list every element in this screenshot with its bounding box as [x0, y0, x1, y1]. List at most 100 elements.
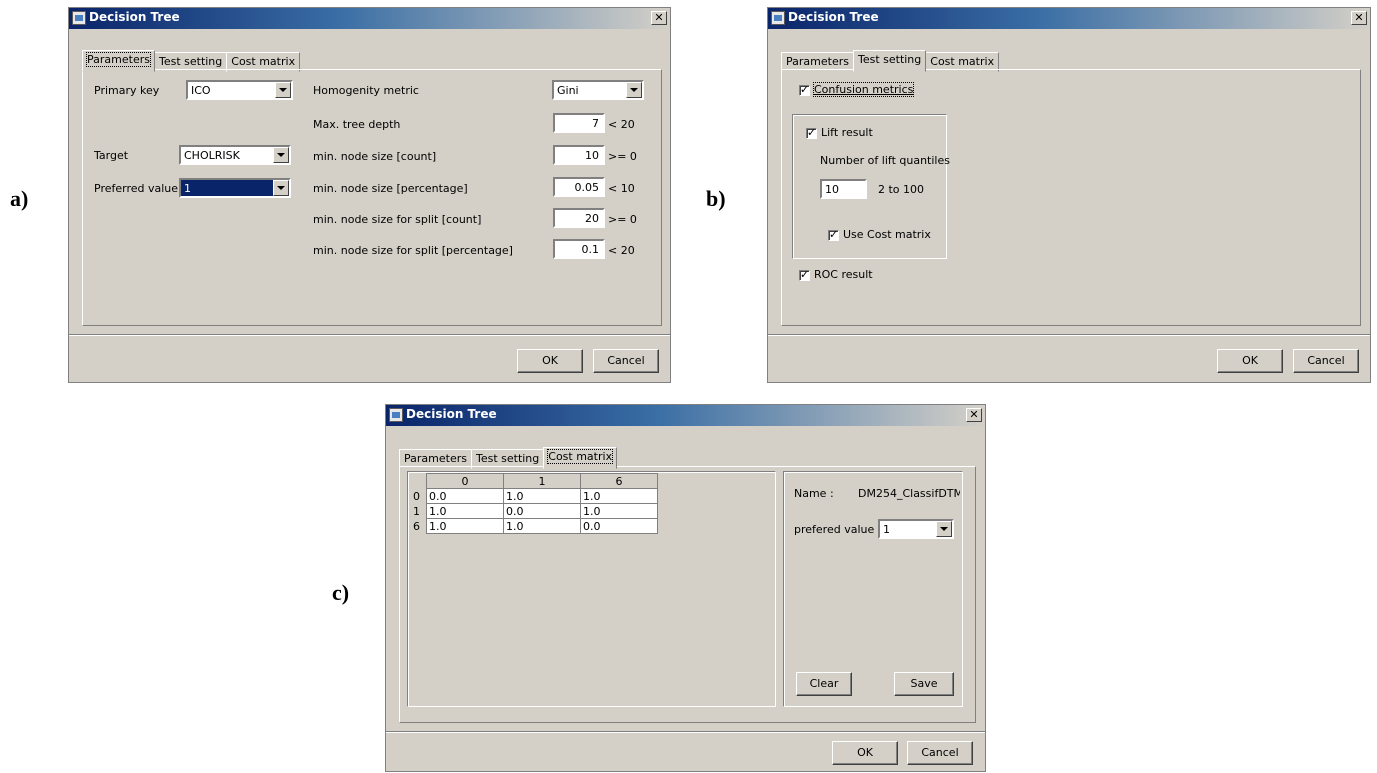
table-cell[interactable]: 0.0 [426, 488, 504, 504]
name-label: Name : [794, 487, 834, 500]
field-value: 0.05 [574, 181, 600, 194]
param-constraint: < 20 [608, 118, 635, 131]
name-value: DM254_ClassifDTMod [858, 487, 960, 500]
preferred-value-label: Preferred value [94, 182, 179, 195]
min-split-count-input[interactable]: 20 [553, 208, 605, 228]
lift-quantiles-range: 2 to 100 [878, 183, 925, 196]
lift-result-checkbox[interactable] [806, 126, 817, 140]
titlebar[interactable]: Decision Tree ✕ [768, 8, 1370, 29]
table-cell[interactable]: 1.0 [580, 488, 658, 504]
tab-test-setting[interactable]: Test setting [852, 50, 927, 72]
column-header: 6 [580, 473, 658, 489]
homogenity-select[interactable]: Gini [552, 80, 644, 100]
table-row: 0 0.0 1.0 1.0 [412, 488, 658, 504]
save-button[interactable]: Save [894, 672, 954, 696]
chevron-down-icon[interactable] [273, 147, 289, 163]
param-row-label: min. node size for split [percentage] [313, 244, 513, 257]
primary-key-label: Primary key [94, 84, 160, 97]
table-cell[interactable]: 1.0 [503, 488, 581, 504]
app-icon [389, 408, 403, 422]
panel-label-b: b) [706, 186, 726, 211]
table-cell[interactable]: 1.0 [580, 503, 658, 519]
field-value: 10 [825, 183, 839, 196]
param-constraint: < 20 [608, 244, 635, 257]
column-header: 1 [503, 473, 581, 489]
cancel-button[interactable]: Cancel [907, 741, 973, 765]
param-constraint: < 10 [608, 182, 635, 195]
param-constraint: >= 0 [608, 213, 637, 226]
tab-parameters[interactable]: Parameters [82, 50, 155, 72]
cancel-button[interactable]: Cancel [1293, 349, 1359, 373]
panel-label-a: a) [10, 186, 29, 211]
field-value: 20 [585, 212, 599, 225]
table-cell[interactable]: 0.0 [503, 503, 581, 519]
lift-quantiles-label: Number of lift quantiles [820, 154, 950, 167]
table-cell[interactable]: 1.0 [426, 503, 504, 519]
column-header: 0 [426, 473, 504, 489]
confusion-metrics-checkbox[interactable] [799, 83, 810, 97]
primary-key-value: ICO [191, 84, 211, 97]
cost-matrix-table: 0 1 6 0 0.0 1.0 1.0 1 1.0 0.0 1.0 6 1.0 … [412, 473, 658, 534]
clear-button[interactable]: Clear [796, 672, 852, 696]
use-cost-matrix-label: Use Cost matrix [843, 228, 931, 241]
target-label: Target [94, 149, 129, 162]
window-title: Decision Tree [89, 10, 180, 24]
chevron-down-icon[interactable] [626, 82, 642, 98]
prefered-value-label: prefered value [794, 523, 875, 536]
prefered-value-select[interactable]: 1 [878, 519, 954, 539]
min-node-size-count-input[interactable]: 10 [553, 145, 605, 165]
app-icon [771, 11, 785, 25]
tab-bar: Parameters Test setting Cost matrix [82, 50, 301, 72]
lift-result-label: Lift result [821, 126, 873, 139]
tab-panel [82, 69, 662, 326]
param-constraint: >= 0 [608, 150, 637, 163]
field-value: 7 [592, 117, 599, 130]
param-row-label: min. node size [percentage] [313, 182, 468, 195]
titlebar[interactable]: Decision Tree ✕ [386, 405, 985, 426]
table-cell[interactable]: 0.0 [580, 518, 658, 534]
max-tree-depth-input[interactable]: 7 [553, 113, 605, 133]
table-corner [412, 474, 427, 489]
tab-bar: Parameters Test setting Cost matrix [781, 50, 1000, 72]
divider [69, 334, 670, 336]
min-split-percentage-input[interactable]: 0.1 [553, 239, 605, 259]
ok-button[interactable]: OK [1217, 349, 1283, 373]
primary-key-select[interactable]: ICO [186, 80, 293, 100]
homogenity-label: Homogenity metric [313, 84, 419, 97]
table-cell[interactable]: 1.0 [503, 518, 581, 534]
target-value: CHOLRISK [184, 149, 240, 162]
tab-bar: Parameters Test setting Cost matrix [399, 447, 618, 469]
titlebar[interactable]: Decision Tree ✕ [69, 8, 670, 29]
param-row-label: min. node size for split [count] [313, 213, 482, 226]
param-row-label: min. node size [count] [313, 150, 437, 163]
confusion-metrics-label: Confusion metrics [812, 82, 915, 97]
tab-cost-matrix[interactable]: Cost matrix [543, 447, 618, 469]
table-cell[interactable]: 1.0 [426, 518, 504, 534]
preferred-value-select[interactable]: 1 [179, 178, 291, 198]
chevron-down-icon[interactable] [936, 521, 952, 537]
min-node-size-percentage-input[interactable]: 0.05 [553, 177, 605, 197]
roc-result-checkbox[interactable] [799, 268, 810, 282]
row-header: 0 [412, 488, 427, 504]
close-button[interactable]: ✕ [966, 408, 982, 422]
homogenity-value: Gini [557, 84, 579, 97]
window-cost-matrix: Decision Tree ✕ Parameters Test setting … [385, 404, 986, 772]
prefered-value: 1 [883, 523, 890, 536]
chevron-down-icon[interactable] [275, 82, 291, 98]
use-cost-matrix-checkbox[interactable] [828, 228, 839, 242]
chevron-down-icon[interactable] [273, 180, 289, 196]
close-button[interactable]: ✕ [651, 11, 667, 25]
lift-quantiles-input[interactable]: 10 [820, 179, 867, 199]
window-title: Decision Tree [406, 407, 497, 421]
app-icon [72, 11, 86, 25]
field-value: 10 [585, 149, 599, 162]
cancel-button[interactable]: Cancel [593, 349, 659, 373]
divider [768, 334, 1370, 336]
target-select[interactable]: CHOLRISK [179, 145, 291, 165]
ok-button[interactable]: OK [517, 349, 583, 373]
close-button[interactable]: ✕ [1351, 11, 1367, 25]
table-row: 6 1.0 1.0 0.0 [412, 518, 658, 534]
panel-label-c: c) [332, 580, 350, 605]
ok-button[interactable]: OK [832, 741, 898, 765]
window-parameters: Decision Tree ✕ Parameters Test setting … [68, 7, 671, 383]
